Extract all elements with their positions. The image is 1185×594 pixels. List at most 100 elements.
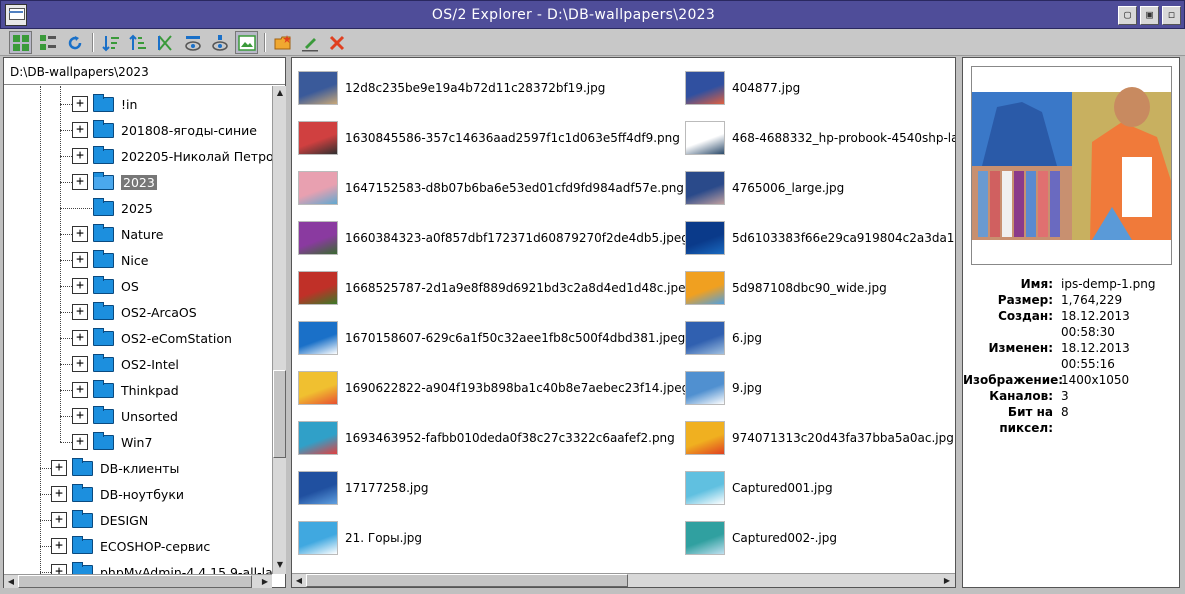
tree-item[interactable]: + Thinkpad [72,377,179,403]
expand-icon[interactable]: + [72,434,88,450]
delete-button[interactable] [325,31,348,54]
expand-icon[interactable]: + [72,382,88,398]
preview-toggle-button[interactable] [208,31,231,54]
tree-item[interactable]: + OS2-ArcaOS [72,299,197,325]
tree-item[interactable]: 2025 [72,195,153,221]
tree-item[interactable]: + !in [72,91,137,117]
sort-size-button[interactable] [126,31,149,54]
file-item[interactable]: Captured002-.jpg [685,518,837,558]
tree-item[interactable]: +202205-Николай Петрови [72,143,274,169]
file-item[interactable]: 1670158607-629c6a1f50c32aee1fb8c500f4dbd… [298,318,685,358]
icon-view-button[interactable] [9,31,32,54]
tree-item[interactable]: + DB-ноутбуки [51,481,184,507]
file-item[interactable]: 1630845586-357c14636aad2597f1c1d063e5ff4… [298,118,680,158]
folder-icon [93,171,114,190]
expand-icon[interactable]: + [72,304,88,320]
scroll-right-icon[interactable]: ▶ [940,574,954,587]
info-row: Имя: ips-demp-1.png [963,276,1181,292]
file-item[interactable]: 21. Горы.jpg [298,518,422,558]
maximize-button[interactable]: ▣ [1140,6,1159,25]
expand-icon[interactable]: + [72,174,88,190]
files-hscroll-thumb[interactable] [306,574,628,587]
expand-icon[interactable]: + [72,96,88,112]
tree-item-label: DB-клиенты [100,460,180,476]
info-value: ips-demp-1.png [1061,277,1156,291]
scroll-left-icon[interactable]: ◀ [292,574,306,587]
refresh-button[interactable] [63,31,86,54]
tree-item-label: 2025 [121,200,153,216]
tree-item-label: DESIGN [100,512,149,528]
expand-icon[interactable]: + [72,330,88,346]
file-item[interactable]: 12d8c235be9e19a4b72d11c28372bf19.jpg [298,68,605,108]
scroll-down-icon[interactable]: ▼ [273,558,287,572]
folder-icon [93,353,114,372]
tree-item[interactable]: +201808-ягоды-синие [72,117,257,143]
new-folder-button[interactable] [271,31,294,54]
tree-item[interactable]: + Nature [72,221,163,247]
file-item[interactable]: 1690622822-a904f193b898ba1c40b8e7aebec23… [298,368,689,408]
expand-icon[interactable]: + [72,356,88,372]
expand-icon[interactable]: + [51,564,67,574]
file-item[interactable]: 5d6103383f66e29ca919804c2a3da103. [685,218,955,258]
expand-icon[interactable]: + [72,278,88,294]
expand-icon[interactable]: + [72,122,88,138]
tree-item[interactable]: + ECOSHOP-сервис [51,533,210,559]
file-item[interactable]: 1693463952-fafbb010deda0f38c27c3322c6aaf… [298,418,675,458]
file-item[interactable]: 17177258.jpg [298,468,428,508]
file-item[interactable]: 468-4688332_hp-probook-4540shp-lap [685,118,955,158]
expand-icon[interactable]: + [51,460,67,476]
file-item[interactable]: 1668525787-2d1a9e8f889d6921bd3c2a8d4ed1d… [298,268,693,308]
file-thumbnail [685,121,725,155]
expand-icon[interactable]: + [51,486,67,502]
info-value: 1,764,229 [1061,293,1123,307]
image-preview-button[interactable] [235,31,258,54]
file-item[interactable]: 1647152583-d8b07b6ba6e53ed01cfd9fd984adf… [298,168,684,208]
tree-item[interactable]: + OS2-Intel [72,351,179,377]
refresh-icon [68,35,81,49]
expand-icon[interactable]: + [72,226,88,242]
file-item[interactable]: 5d987108dbc90_wide.jpg [685,268,887,308]
file-item[interactable]: 9.jpg [685,368,762,408]
file-item[interactable]: 1660384323-a0f857dbf172371d60879270f2de4… [298,218,689,258]
file-info: Имя: ips-demp-1.png Размер: 1,764,229 Создан… [963,276,1181,436]
tree-item[interactable]: + OS2-eComStation [72,325,232,351]
tree-item[interactable]: + Unsorted [72,403,178,429]
tree-vertical-scrollbar[interactable]: ▲ ▼ [272,86,286,574]
close-window-button[interactable]: ◻ [1162,6,1181,25]
expand-icon[interactable]: + [51,538,67,554]
hide-button[interactable]: ▢ [1118,6,1137,25]
tree-scroll-thumb[interactable] [273,370,286,458]
file-item[interactable]: 974071313c20d43fa37bba5a0ac.jpg [685,418,954,458]
tree-item[interactable]: +2023 [72,169,157,195]
file-item[interactable]: 404877.jpg [685,68,800,108]
expand-icon[interactable]: + [72,408,88,424]
tree-hscroll-thumb[interactable] [18,575,252,588]
title-bar[interactable]: OS/2 Explorer - D:\DB-wallpapers\2023 ▢ … [0,0,1185,29]
tree-item[interactable]: + Nice [72,247,148,273]
eye-icon [184,35,201,51]
file-item[interactable]: 4765006_large.jpg [685,168,844,208]
tree-item[interactable]: + Win7 [72,429,152,455]
file-item[interactable]: 6.jpg [685,318,762,358]
scroll-up-icon[interactable]: ▲ [273,86,287,100]
folder-icon [93,197,114,216]
file-item[interactable]: Captured001.jpg [685,468,833,508]
view-toggle-button[interactable] [181,31,204,54]
tree-item-label: OS2-Intel [121,356,179,372]
expand-icon[interactable]: + [51,512,67,528]
file-thumbnail [298,421,338,455]
sort-date-button[interactable] [153,31,176,54]
scroll-left-icon[interactable]: ◀ [4,575,18,589]
tree-item[interactable]: + DB-клиенты [51,455,179,481]
rename-button[interactable] [298,31,321,54]
sort-name-button[interactable] [99,31,122,54]
files-horizontal-scrollbar[interactable]: ◀ ▶ [292,573,955,587]
details-view-button[interactable] [36,31,59,54]
tree-item[interactable]: + DESIGN [51,507,148,533]
tree-horizontal-scrollbar[interactable]: ◀ ▶ [4,574,272,588]
expand-icon[interactable]: + [72,148,88,164]
tree-item[interactable]: + phpMyAdmin-4.4.15.9-all-lar [51,559,274,574]
expand-icon[interactable]: + [72,252,88,268]
scroll-right-icon[interactable]: ▶ [258,575,272,589]
tree-item[interactable]: + OS [72,273,139,299]
